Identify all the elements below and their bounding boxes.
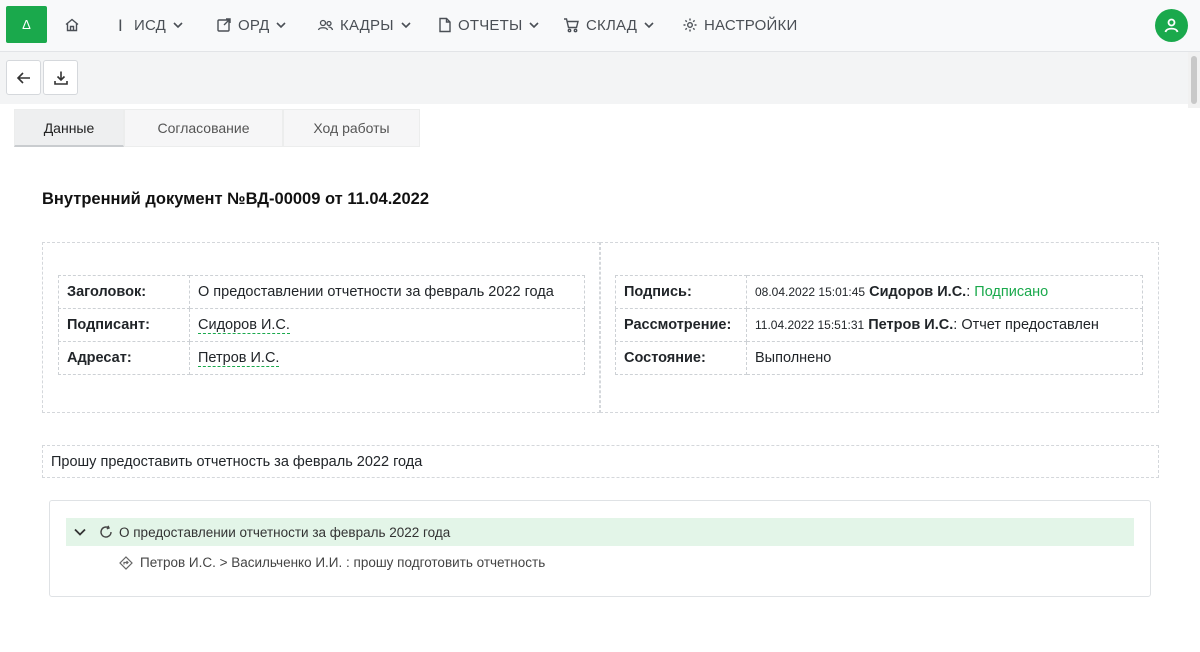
separator: :	[953, 317, 958, 333]
nav-item-label: ИСД	[134, 16, 167, 34]
back-button[interactable]	[6, 60, 41, 95]
external-link-icon	[217, 18, 231, 32]
addressee-link[interactable]: Петров И.С.	[198, 350, 280, 367]
document-title: Внутренний документ №ВД-00009 от 11.04.2…	[42, 190, 429, 208]
chevron-down-icon	[529, 22, 540, 29]
nav-item-kadry[interactable]: КАДРЫ	[317, 14, 412, 36]
review-person: Петров И.С.	[868, 317, 954, 333]
tab-data[interactable]: Данные	[14, 109, 124, 147]
chevron-down-icon	[173, 22, 183, 29]
tab-label: Ход работы	[313, 120, 390, 136]
separator: :	[966, 284, 971, 300]
top-navbar: Δ i ИСД ОРД КАДРЫ ОТЧЕТЫ СКЛАД НАСТРОЙКИ	[0, 0, 1200, 52]
download-button[interactable]	[43, 60, 78, 95]
timestamp: 11.04.2022 15:51:31	[755, 318, 865, 332]
field-value-title: О предоставлении отчетности за февраль 2…	[189, 275, 585, 309]
cart-icon	[564, 18, 579, 33]
nav-item-otchety[interactable]: ОТЧЕТЫ	[438, 14, 540, 36]
table-row: Подписант: Сидоров И.С.	[58, 308, 585, 342]
toolbar	[0, 52, 1200, 104]
file-icon	[439, 17, 451, 33]
field-label: Подписант:	[58, 308, 190, 342]
document-body-text: Прошу предоставить отчетность за февраль…	[42, 445, 1159, 478]
chevron-down-icon	[644, 22, 654, 29]
download-icon	[53, 71, 68, 85]
nav-item-label: КАДРЫ	[340, 16, 394, 34]
chevron-down-icon	[401, 22, 411, 29]
field-label: Адресат:	[58, 341, 190, 375]
workflow-child-label: Петров И.С. > Васильченко И.И. : прошу п…	[140, 555, 546, 570]
signature-person: Сидоров И.С.	[869, 284, 967, 300]
tab-approval[interactable]: Согласование	[124, 109, 283, 147]
tab-label: Согласование	[157, 120, 250, 136]
table-row: Подпись: 08.04.2022 15:01:45 Сидоров И.С…	[615, 275, 1143, 309]
workflow-child-item[interactable]: Петров И.С. > Васильченко И.И. : прошу п…	[119, 555, 545, 570]
review-value: 11.04.2022 15:51:31 Петров И.С.: Отчет п…	[746, 308, 1143, 342]
route-icon	[119, 555, 133, 570]
review-status: Отчет предоставлен	[961, 317, 1099, 333]
users-icon	[317, 19, 334, 31]
workflow-root-item[interactable]: О предоставлении отчетности за февраль 2…	[66, 518, 1134, 546]
document-info-table: Заголовок: О предоставлении отчетности з…	[58, 275, 585, 375]
table-row: Адресат: Петров И.С.	[58, 341, 585, 375]
nav-item-sklad[interactable]: СКЛАД	[563, 14, 655, 36]
table-row: Рассмотрение: 11.04.2022 15:51:31 Петров…	[615, 308, 1143, 342]
table-row: Состояние: Выполнено	[615, 341, 1143, 375]
workflow-tree: О предоставлении отчетности за февраль 2…	[49, 500, 1151, 597]
timestamp: 08.04.2022 15:01:45	[755, 285, 866, 299]
home-icon[interactable]	[62, 15, 82, 35]
user-avatar[interactable]	[1155, 9, 1188, 42]
arrow-left-icon	[16, 71, 30, 84]
table-row: Заголовок: О предоставлении отчетности з…	[58, 275, 585, 309]
field-label: Подпись:	[615, 275, 747, 309]
scrollbar-thumb[interactable]	[1191, 56, 1197, 104]
tab-work-progress[interactable]: Ход работы	[283, 109, 420, 147]
document-info-panel-left: Заголовок: О предоставлении отчетности з…	[42, 242, 600, 413]
nav-item-label: ОТЧЕТЫ	[458, 16, 523, 34]
app-logo[interactable]: Δ	[6, 6, 47, 43]
chevron-down-icon[interactable]	[73, 525, 87, 539]
nav-item-nastroyki[interactable]: НАСТРОЙКИ	[682, 14, 797, 36]
refresh-icon	[99, 525, 113, 539]
workflow-root-label: О предоставлении отчетности за февраль 2…	[119, 524, 451, 540]
field-value-cell: Сидоров И.С.	[189, 308, 585, 342]
field-label: Состояние:	[615, 341, 747, 375]
nav-item-label: СКЛАД	[586, 16, 638, 34]
nav-item-ord[interactable]: ОРД	[216, 14, 287, 36]
nav-item-label: ОРД	[238, 16, 270, 34]
tab-label: Данные	[43, 119, 95, 136]
nav-item-isd[interactable]: i ИСД	[118, 14, 184, 36]
signature-info-table: Подпись: 08.04.2022 15:01:45 Сидоров И.С…	[615, 275, 1143, 375]
field-label: Рассмотрение:	[615, 308, 747, 342]
gear-icon	[683, 18, 697, 32]
field-label: Заголовок:	[58, 275, 190, 309]
info-icon: i	[118, 15, 123, 35]
field-value-cell: Петров И.С.	[189, 341, 585, 375]
signer-link[interactable]: Сидоров И.С.	[198, 317, 290, 334]
state-value: Выполнено	[746, 341, 1143, 375]
chevron-down-icon	[276, 22, 287, 29]
nav-item-label: НАСТРОЙКИ	[704, 16, 798, 34]
signature-value: 08.04.2022 15:01:45 Сидоров И.С.: Подпис…	[746, 275, 1143, 309]
signature-status: Подписано	[974, 284, 1049, 300]
document-info-panel-right: Подпись: 08.04.2022 15:01:45 Сидоров И.С…	[600, 242, 1159, 413]
user-icon	[1164, 18, 1179, 33]
logo-text: Δ	[22, 17, 31, 32]
